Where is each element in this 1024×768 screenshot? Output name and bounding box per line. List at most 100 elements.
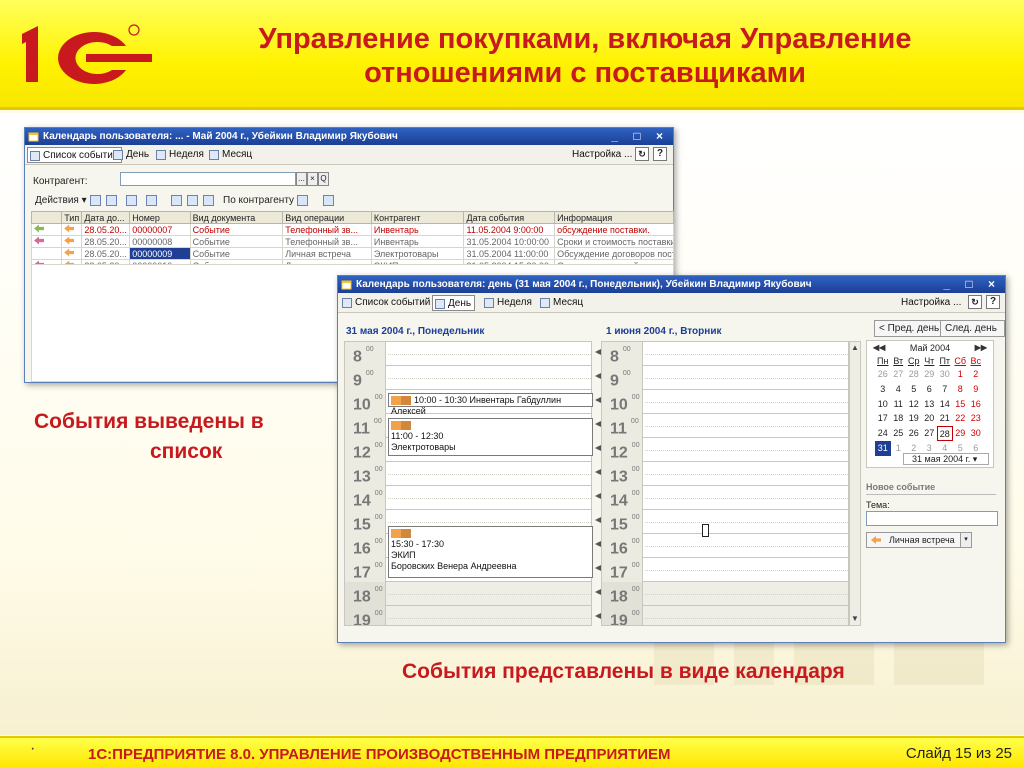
scroll-down-icon[interactable]: ▼ xyxy=(850,614,860,624)
calendar-day[interactable]: 20 xyxy=(922,411,938,426)
add-icon[interactable] xyxy=(90,195,101,206)
day-scrollbar[interactable]: ▲ ▼ xyxy=(849,341,861,626)
calendar-day[interactable]: 6 xyxy=(922,382,938,397)
day-view-titlebar[interactable]: Календарь пользователя: день (31 мая 200… xyxy=(338,276,1005,293)
counterparty-input[interactable] xyxy=(120,172,296,186)
calendar-day[interactable]: 18 xyxy=(891,411,907,426)
meeting-dropdown-icon[interactable]: ▾ xyxy=(960,532,972,548)
hour-row[interactable]: 8 00 xyxy=(345,342,591,366)
day1-column[interactable]: 8 00 9 00 10 00 11 00 12 00 13 00 14 00 15 00 16 00 17 00 18… xyxy=(344,341,592,626)
hour-row[interactable]: 18 00 xyxy=(602,582,848,606)
actions-menu[interactable]: Действия ▾ xyxy=(35,195,87,206)
calendar-day[interactable]: 27 xyxy=(922,426,938,441)
calendar-day[interactable]: 26 xyxy=(875,367,891,382)
print-icon[interactable] xyxy=(323,195,334,206)
sort-icon[interactable] xyxy=(171,195,182,206)
hour-row[interactable]: 15 00 xyxy=(602,510,848,534)
window-controls[interactable]: _ □ × xyxy=(611,128,669,145)
help-button[interactable]: ? xyxy=(986,295,1000,309)
calendar-day[interactable]: 8 xyxy=(953,382,969,397)
next-day-button[interactable]: След. день > xyxy=(940,320,1005,349)
refresh-icon[interactable]: ↻ xyxy=(968,295,982,309)
scroll-up-icon[interactable]: ▲ xyxy=(850,343,860,353)
hour-row[interactable]: 16 00 xyxy=(602,534,848,558)
refresh-icon[interactable]: ↻ xyxy=(635,147,649,161)
help-button[interactable]: ? xyxy=(653,147,667,161)
calendar-day[interactable]: 21 xyxy=(937,411,953,426)
calendar-day[interactable]: 15 xyxy=(953,397,969,412)
hour-row[interactable]: 19 00 xyxy=(345,606,591,625)
col-header[interactable]: Информация xyxy=(554,211,674,224)
month-next-icon[interactable]: ▶▶ xyxy=(975,343,987,352)
calendar-day[interactable]: 5 xyxy=(906,382,922,397)
hour-row[interactable]: 10 00 xyxy=(602,390,848,414)
hour-row[interactable]: 13 00 xyxy=(345,462,591,486)
search-icon[interactable]: Q xyxy=(318,172,329,186)
col-header[interactable]: Вид операции xyxy=(282,211,372,224)
day2-column[interactable]: 8 00 9 00 10 00 11 00 12 00 13 00 14 00 15 00 16 00 17 00 18… xyxy=(601,341,849,626)
tab-week[interactable]: Неделя xyxy=(482,295,535,311)
table-row[interactable]: 28.05.20... 00000007 Событие Телефонный … xyxy=(30,223,674,236)
tab-event-list[interactable]: Список событий xyxy=(340,295,433,311)
calendar-day[interactable]: 9 xyxy=(968,382,984,397)
event-1000[interactable]: 10:00 - 10:30 Инвентарь Габдуллин Алексе… xyxy=(388,393,593,416)
calendar-day[interactable]: 1 xyxy=(953,367,969,382)
calendar-day[interactable]: 16 xyxy=(968,397,984,412)
calendar-day[interactable]: 28 xyxy=(937,426,953,441)
filter-clear-icon[interactable] xyxy=(203,195,214,206)
hour-row[interactable]: 9 00 xyxy=(345,366,591,390)
tab-week[interactable]: Неделя xyxy=(154,147,207,163)
prev-day-button[interactable]: < Пред. день xyxy=(874,320,945,337)
calendar-day[interactable]: 23 xyxy=(968,411,984,426)
select-button[interactable]: ... xyxy=(296,172,307,186)
copy-icon[interactable] xyxy=(106,195,117,206)
col-header[interactable]: Дата события xyxy=(463,211,556,224)
calendar-day[interactable]: 25 xyxy=(891,426,907,441)
col-header[interactable]: Номер xyxy=(129,211,191,224)
col-header[interactable] xyxy=(30,211,63,224)
hour-row[interactable]: 14 00 xyxy=(602,486,848,510)
event-1100[interactable]: 11:00 - 12:30 Электротовары xyxy=(388,418,593,456)
tab-day[interactable]: День xyxy=(432,295,476,311)
calendar-day[interactable]: 24 xyxy=(875,426,891,441)
calendar-day[interactable]: 30 xyxy=(968,426,984,441)
col-header[interactable]: Тип xyxy=(61,211,83,224)
calendar-day[interactable]: 2 xyxy=(968,367,984,382)
topic-input[interactable] xyxy=(866,511,998,526)
calendar-day[interactable]: 7 xyxy=(937,382,953,397)
calendar-day[interactable]: 12 xyxy=(906,397,922,412)
table-row[interactable]: 28.05.20... 00000008 Событие Телефонный … xyxy=(30,235,674,248)
calendar-day[interactable]: 19 xyxy=(906,411,922,426)
hour-row[interactable]: 14 00 xyxy=(345,486,591,510)
calendar-day[interactable]: 28 xyxy=(906,367,922,382)
calendar-date-select[interactable]: 31 мая 2004 г. ▾ xyxy=(903,453,989,465)
edit-icon[interactable] xyxy=(126,195,137,206)
delete-icon[interactable] xyxy=(146,195,157,206)
event-1530[interactable]: 15:30 - 17:30 ЭКИП Боровских Венера Андр… xyxy=(388,526,593,578)
filter-icon[interactable] xyxy=(187,195,198,206)
settings-button[interactable]: Настройка ... xyxy=(898,295,964,311)
calendar-day[interactable]: 27 xyxy=(891,367,907,382)
calendar-day[interactable]: 17 xyxy=(875,411,891,426)
calendar-day[interactable]: 26 xyxy=(906,426,922,441)
table-row[interactable]: 28.05.20... 00000009 Событие Личная встр… xyxy=(30,247,674,260)
calendar-day[interactable]: 29 xyxy=(953,426,969,441)
window-controls[interactable]: _ □ × xyxy=(943,276,1001,293)
calendar-day[interactable]: 30 xyxy=(937,367,953,382)
calendar-day[interactable]: 22 xyxy=(953,411,969,426)
hour-row[interactable]: 12 00 xyxy=(602,438,848,462)
hour-row[interactable]: 11 00 xyxy=(602,414,848,438)
calendar-day[interactable]: 14 xyxy=(937,397,953,412)
clear-button[interactable]: × xyxy=(307,172,318,186)
calendar-day[interactable]: 29 xyxy=(922,367,938,382)
by-counterparty-menu[interactable]: По контрагенту ▾ xyxy=(223,195,302,206)
meeting-button[interactable]: Личная встреча xyxy=(866,532,962,548)
calendar-day[interactable]: 10 xyxy=(875,397,891,412)
tab-event-list[interactable]: Список событий xyxy=(27,147,123,163)
tab-month[interactable]: Месяц xyxy=(538,295,586,311)
tab-day[interactable]: День xyxy=(111,147,152,163)
calendar-day[interactable]: 13 xyxy=(922,397,938,412)
hour-row[interactable]: 19 00 xyxy=(602,606,848,625)
tab-month[interactable]: Месяц xyxy=(207,147,255,163)
settings-button[interactable]: Настройка ... xyxy=(569,147,635,163)
